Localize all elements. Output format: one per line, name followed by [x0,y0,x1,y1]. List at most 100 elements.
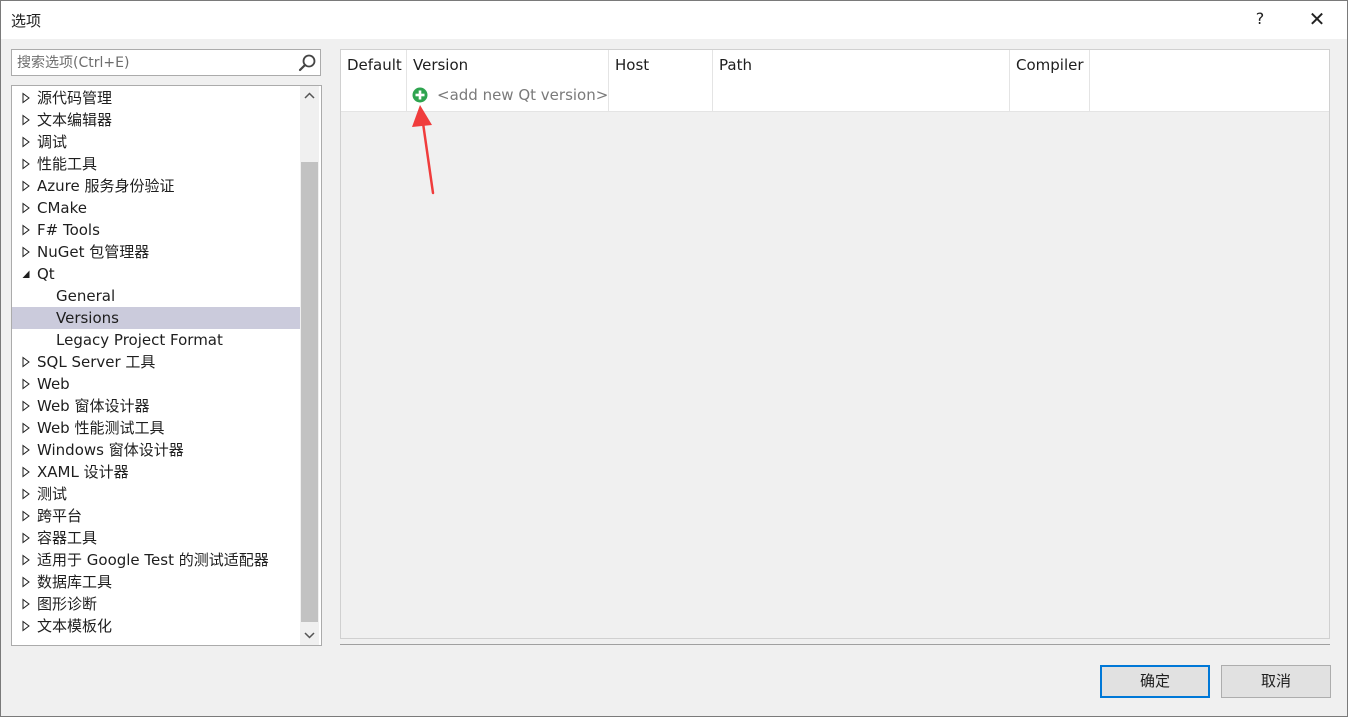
tree-item-label: 性能工具 [37,155,98,173]
collapsed-arrow-icon[interactable] [21,131,31,153]
tree-item-label: 测试 [37,485,68,503]
collapsed-arrow-icon[interactable] [21,483,31,505]
tree-item[interactable]: 性能工具 [12,153,300,175]
collapsed-arrow-icon[interactable] [21,505,31,527]
column-header-version[interactable]: Version [407,50,609,80]
tree-item[interactable]: Legacy Project Format [12,329,300,351]
tree-item[interactable]: 适用于 Google Test 的测试适配器 [12,549,300,571]
tree-item[interactable]: General [12,285,300,307]
search-input[interactable] [12,50,292,75]
tree-item-label: 文本模板化 [37,617,113,635]
tree-item-label: General [56,287,116,305]
column-header-compiler[interactable]: Compiler [1010,50,1090,80]
collapsed-arrow-icon[interactable] [21,461,31,483]
qt-versions-grid: Default Version Host Path Compiler <add … [340,49,1330,639]
tree-item[interactable]: 图形诊断 [12,593,300,615]
collapsed-arrow-icon[interactable] [21,109,31,131]
help-button[interactable]: ? [1246,5,1274,33]
tree-item[interactable]: F# Tools [12,219,300,241]
tree-item-label: XAML 设计器 [37,463,129,481]
collapsed-arrow-icon[interactable] [21,615,31,637]
close-button[interactable]: ✕ [1301,5,1333,33]
tree-list: 源代码管理文本编辑器调试性能工具 Azure 服务身份验证 CMake F# Tool… [12,87,300,637]
tree-item[interactable]: Azure 服务身份验证 [12,175,300,197]
path-cell[interactable] [713,80,1010,111]
tree-item[interactable]: 文本模板化 [12,615,300,637]
collapsed-arrow-icon[interactable] [21,373,31,395]
tree-item-label: 源代码管理 [37,89,113,107]
collapsed-arrow-icon[interactable] [21,395,31,417]
collapsed-arrow-icon[interactable] [21,417,31,439]
tree-item-label: Versions [56,309,119,327]
tree-item[interactable]: NuGet 包管理器 [12,241,300,263]
collapsed-arrow-icon[interactable] [21,549,31,571]
search-box[interactable] [11,49,321,76]
ok-button[interactable]: 确定 [1100,665,1210,698]
scroll-thumb[interactable] [301,162,318,622]
tree-item-label: 容器工具 [37,529,98,547]
tree-item[interactable]: SQL Server 工具 [12,351,300,373]
tree-item[interactable]: 测试 [12,483,300,505]
tree-item[interactable]: 调试 [12,131,300,153]
tree-item[interactable]: 源代码管理 [12,87,300,109]
tree-item[interactable]: Web 性能测试工具 [12,417,300,439]
scroll-up-icon[interactable] [300,86,319,106]
tree-item-label: 适用于 Google Test 的测试适配器 [37,551,269,569]
collapsed-arrow-icon[interactable] [21,241,31,263]
tree-item-label: Web 性能测试工具 [37,419,165,437]
annotation-arrow [412,105,435,195]
tree-item-label: Windows 窗体设计器 [37,441,184,459]
footer-separator [340,644,1330,645]
tree-item-label: NuGet 包管理器 [37,243,150,261]
column-header-host[interactable]: Host [609,50,713,80]
title-bar: 选项 ? ✕ [1,1,1347,39]
dialog-title: 选项 [11,12,42,30]
collapsed-arrow-icon[interactable] [21,153,31,175]
tree-item[interactable]: Versions [12,307,300,329]
collapsed-arrow-icon[interactable] [21,439,31,461]
scroll-down-icon[interactable] [300,625,319,645]
tree-item[interactable]: XAML 设计器 [12,461,300,483]
tree-item[interactable]: Qt [12,263,300,285]
tree-item-label: 文本编辑器 [37,111,113,129]
collapsed-arrow-icon[interactable] [21,593,31,615]
collapsed-arrow-icon[interactable] [21,351,31,373]
cancel-button[interactable]: 取消 [1221,665,1331,698]
column-header-path[interactable]: Path [713,50,1010,80]
tree-item-label: 图形诊断 [37,595,98,613]
compiler-cell[interactable] [1010,80,1090,111]
tree-item[interactable]: 文本编辑器 [12,109,300,131]
tree-item-label: SQL Server 工具 [37,353,156,371]
expanded-arrow-icon[interactable] [21,263,31,285]
collapsed-arrow-icon[interactable] [21,571,31,593]
tree-item[interactable]: CMake [12,197,300,219]
collapsed-arrow-icon[interactable] [21,87,31,109]
column-header-default[interactable]: Default [341,50,407,80]
tree-item[interactable]: 数据库工具 [12,571,300,593]
tree-item[interactable]: Web [12,373,300,395]
search-icon[interactable] [297,53,317,73]
tree-item-label: 跨平台 [37,507,83,525]
tree-item[interactable]: 跨平台 [12,505,300,527]
default-cell[interactable] [341,80,407,111]
options-tree: 源代码管理文本编辑器调试性能工具 Azure 服务身份验证 CMake F# Tool… [11,85,322,646]
collapsed-arrow-icon[interactable] [21,197,31,219]
tree-scrollbar[interactable] [300,86,319,645]
collapsed-arrow-icon[interactable] [21,527,31,549]
tree-item-label: 数据库工具 [37,573,113,591]
add-version-row[interactable]: <add new Qt version> [341,80,1329,112]
tree-item-label: 调试 [37,133,68,151]
tree-item-label: Qt [37,265,55,283]
tree-item-label: Web [37,375,70,393]
tree-item[interactable]: Windows 窗体设计器 [12,439,300,461]
host-cell[interactable] [609,80,713,111]
add-new-qt-version-link[interactable]: <add new Qt version> [437,80,608,110]
options-dialog: 选项 ? ✕ 源代码管理文本编辑器调试性能工具 Azure 服务身份验证 CMake… [0,0,1348,717]
collapsed-arrow-icon[interactable] [21,219,31,241]
tree-item-label: Azure 服务身份验证 [37,177,175,195]
tree-item-label: Legacy Project Format [56,331,223,349]
collapsed-arrow-icon[interactable] [21,175,31,197]
grid-header: Default Version Host Path Compiler [341,50,1329,81]
tree-item[interactable]: 容器工具 [12,527,300,549]
tree-item[interactable]: Web 窗体设计器 [12,395,300,417]
